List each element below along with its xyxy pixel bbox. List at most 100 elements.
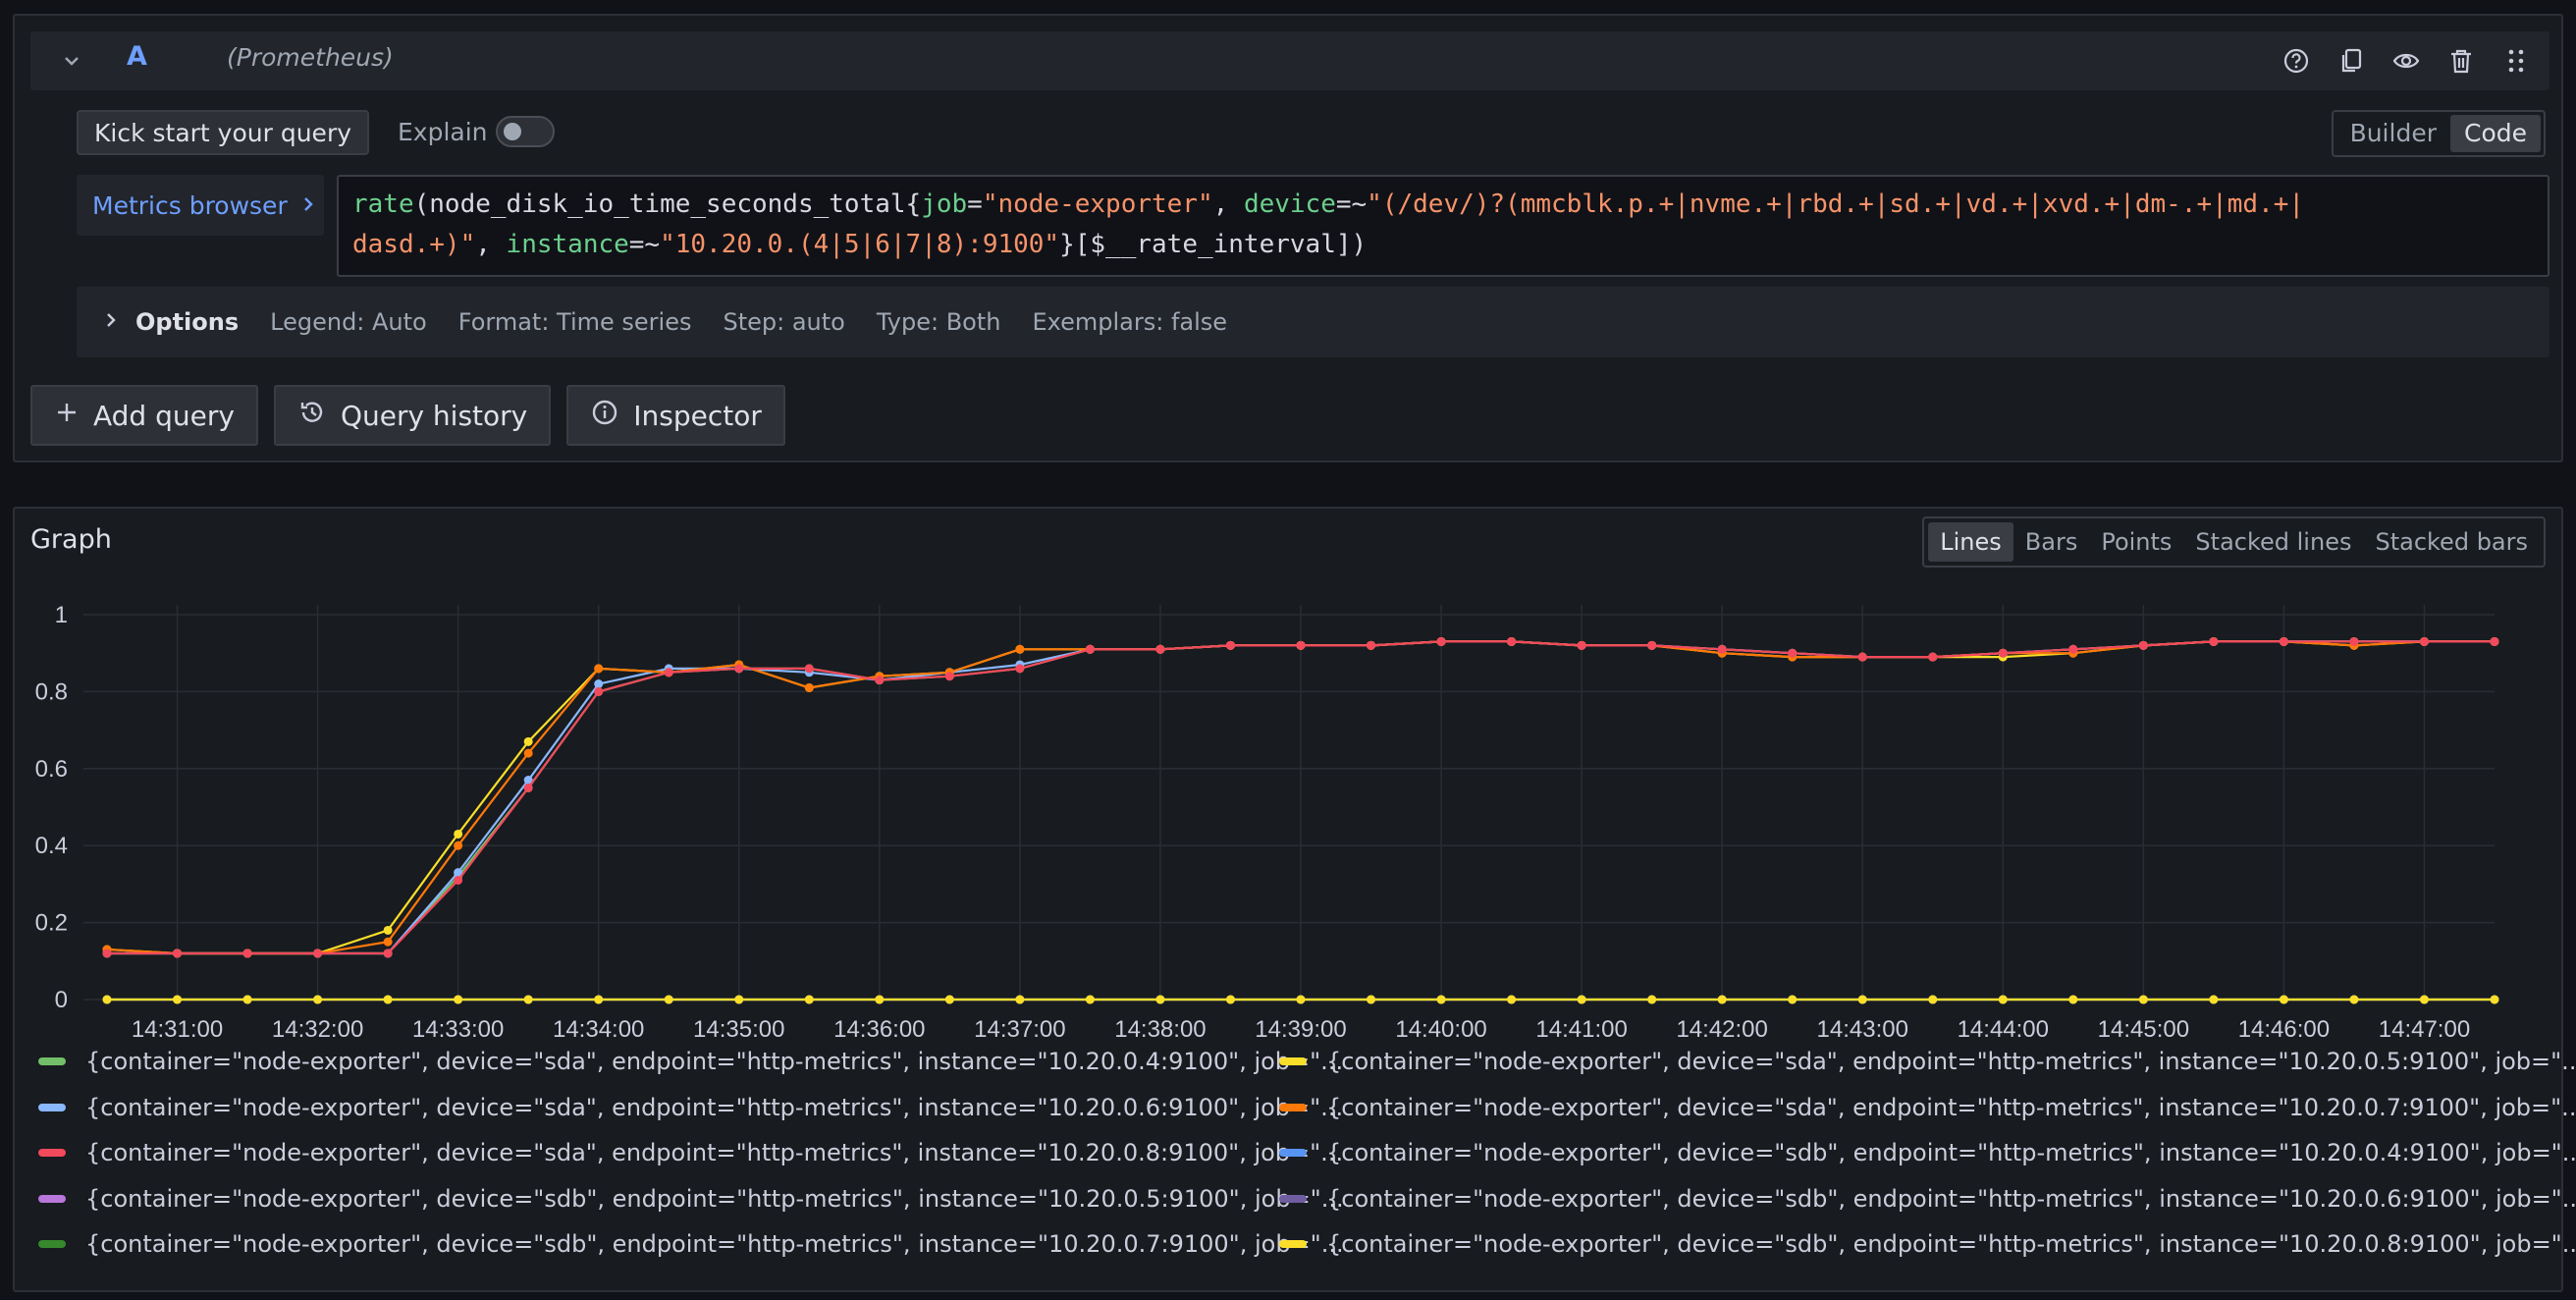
legend-label: {container="node-exporter", device="sdb"… [85,1184,1344,1213]
code-line-2: dasd.+)", instance=~"10.20.0.(4|5|6|7|8)… [352,225,2534,265]
data-point [734,995,744,1004]
kick-start-query-button[interactable]: Kick start your query [77,110,370,155]
data-point [734,664,744,674]
style-stacked-bars-button[interactable]: Stacked bars [2363,522,2540,562]
data-point [1507,636,1517,646]
builder-mode-button[interactable]: Builder [2336,115,2450,152]
legend-item[interactable]: {container="node-exporter", device="sdb"… [1279,1130,2576,1175]
legend-item[interactable]: {container="node-exporter", device="sda"… [38,1130,1343,1175]
x-tick-label: 14:40:00 [1395,1016,1486,1039]
legend-swatch [1279,1194,1307,1203]
eye-icon[interactable] [2388,43,2424,79]
data-point [1085,644,1095,654]
legend-item[interactable]: {container="node-exporter", device="sda"… [38,1085,1343,1130]
x-tick-label: 14:36:00 [833,1016,925,1039]
legend-item[interactable]: {container="node-exporter", device="sda"… [38,1039,1343,1084]
x-tick-label: 14:34:00 [553,1016,644,1039]
options-title: Options [135,308,240,336]
code-line-1: rate(node_disk_io_time_seconds_total{job… [352,185,2534,225]
code-token: instance [506,230,629,259]
data-point [1717,644,1727,654]
help-icon[interactable] [2279,43,2314,79]
chevron-down-icon[interactable] [58,47,85,75]
graph-title: Graph [30,524,112,555]
add-query-button[interactable]: Add query [30,385,258,446]
data-point [1436,995,1446,1004]
style-bars-button[interactable]: Bars [2013,522,2090,562]
data-point [1155,644,1165,654]
x-tick-label: 14:39:00 [1255,1016,1346,1039]
data-point [594,664,604,674]
data-point [454,995,463,1004]
code-token: "node-exporter" [982,190,1213,219]
data-point [1577,995,1586,1004]
info-circle-icon [590,398,619,434]
data-point [1647,995,1657,1004]
code-token: dasd.+)" [352,230,476,259]
legend-swatch [38,1194,66,1203]
data-point [1928,995,1938,1004]
x-tick-label: 14:43:00 [1817,1016,1908,1039]
data-point [1015,995,1025,1004]
legend-item[interactable]: {container="node-exporter", device="sda"… [1279,1039,2576,1084]
legend-item[interactable]: {container="node-exporter", device="sda"… [1279,1085,2576,1130]
legend-label: {container="node-exporter", device="sda"… [85,1139,1344,1166]
style-points-button[interactable]: Points [2089,522,2183,562]
drag-handle-icon[interactable] [2498,43,2534,79]
data-point [594,995,604,1004]
data-point [664,668,673,677]
data-point [944,995,954,1004]
metrics-browser-button[interactable]: Metrics browser [77,175,324,236]
legend-item[interactable]: {container="node-exporter", device="sdb"… [38,1221,1344,1267]
data-point [1225,995,1235,1004]
data-point [1857,995,1867,1004]
code-token: , [475,230,507,259]
data-point [1367,995,1376,1004]
history-icon [297,398,327,434]
legend-item[interactable]: {container="node-exporter", device="sdb"… [1279,1176,2576,1221]
data-point [2419,995,2429,1004]
data-point [1296,995,1306,1004]
legend-item[interactable]: {container="node-exporter", device="sdb"… [38,1176,1344,1221]
promql-code-editor[interactable]: rate(node_disk_io_time_seconds_total{job… [337,175,2549,277]
data-point [1788,648,1798,658]
inspector-button[interactable]: Inspector [566,385,785,446]
data-point [875,995,885,1004]
legend-item[interactable]: {container="node-exporter", device="sdb"… [1279,1221,2576,1267]
legend-label: {container="node-exporter", device="sda"… [85,1048,1344,1075]
x-tick-label: 14:44:00 [1958,1016,2049,1039]
legend-swatch [1279,1103,1307,1111]
explain-label: Explain [398,118,488,146]
y-tick-label: 1 [55,602,68,628]
options-type: Type: Both [876,308,1001,336]
legend-swatch [1279,1149,1307,1157]
data-point [804,995,814,1004]
trash-icon[interactable] [2443,43,2479,79]
code-token: rate [352,190,414,219]
data-point [1647,640,1657,650]
code-mode-button[interactable]: Code [2449,115,2541,152]
inspector-label: Inspector [633,399,762,432]
options-legend: Legend: Auto [270,308,427,336]
time-series-chart[interactable]: 0 0.2 0.4 0.6 0.8 1 14:31:00 14:32:00 14:33:00 14… [15,509,2561,1039]
data-point [454,840,463,850]
data-point [1717,995,1727,1004]
code-token: }[$__rate_interval]) [1059,230,1368,259]
data-point [804,682,814,692]
legend-swatch [38,1240,66,1248]
data-point [454,829,463,839]
duplicate-icon[interactable] [2334,43,2369,79]
style-lines-button[interactable]: Lines [1928,522,2013,562]
code-token: "(/dev/)?(mmcblk.p.+|nvme.+|rbd.+|sd.+|v… [1367,190,2305,219]
query-row-header: A (Prometheus) [30,31,2549,90]
style-stacked-lines-button[interactable]: Stacked lines [2183,522,2363,562]
query-ref-id[interactable]: A [127,41,147,72]
y-tick-label: 0.2 [35,910,68,937]
query-options-row[interactable]: Options Legend: Auto Format: Time series… [77,287,2549,357]
legend-swatch [38,1057,66,1065]
x-tick-label: 14:37:00 [974,1016,1065,1039]
explain-toggle[interactable] [496,116,555,147]
query-editor-panel: A (Prometheus) Kick start your query Exp… [13,14,2563,462]
data-point [523,995,533,1004]
query-history-button[interactable]: Query history [273,385,552,446]
